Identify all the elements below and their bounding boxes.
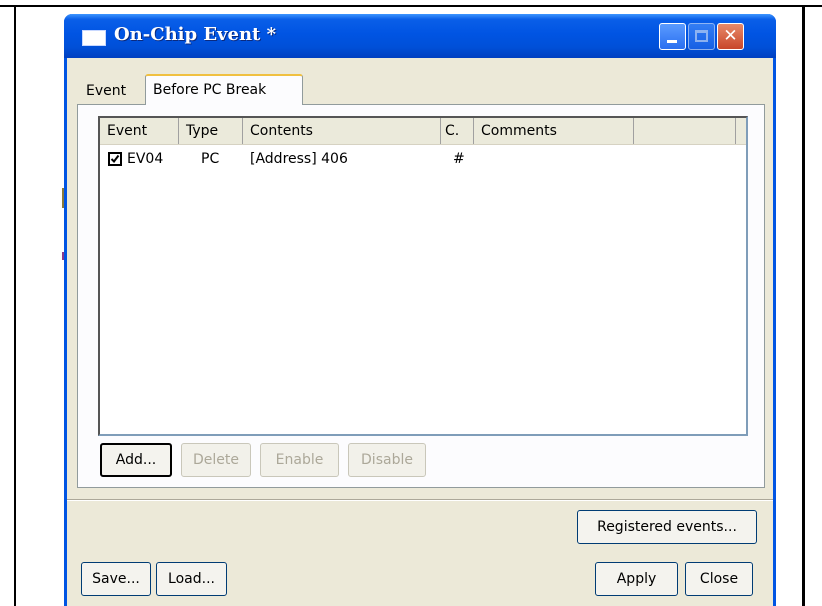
load-button[interactable]: Load... — [156, 562, 227, 596]
outer-frame-right — [802, 5, 805, 606]
column-header-count[interactable]: C. — [441, 118, 474, 144]
column-header-type[interactable]: Type — [179, 118, 243, 144]
title-bar[interactable]: On-Chip Event * ✕ — [64, 14, 776, 58]
window-icon — [82, 30, 106, 46]
minimize-button[interactable] — [659, 23, 686, 50]
row-type: PC — [201, 151, 220, 167]
minimize-icon — [667, 40, 677, 43]
column-header-event[interactable]: Event — [100, 118, 179, 144]
apply-button[interactable]: Apply — [595, 562, 678, 596]
column-header-extra[interactable] — [634, 118, 736, 144]
add-button[interactable]: Add... — [100, 443, 172, 477]
column-header-contents[interactable]: Contents — [243, 118, 441, 144]
row-event: EV04 — [127, 151, 164, 167]
close-button[interactable]: Close — [685, 562, 753, 596]
tab-event[interactable]: Event — [79, 77, 133, 105]
window-title: On-Chip Event * — [114, 24, 277, 45]
save-button[interactable]: Save... — [81, 562, 151, 596]
maximize-icon — [695, 30, 708, 42]
tab-panel: Event Type Contents C. Comments EV04 PC … — [77, 104, 765, 488]
table-row[interactable]: EV04 PC [Address] 406 # — [100, 146, 746, 172]
tab-before-pc-break[interactable]: Before PC Break — [145, 74, 303, 105]
outer-frame-left — [14, 5, 16, 606]
delete-button: Delete — [181, 443, 251, 477]
maximize-button — [688, 23, 715, 50]
enable-button: Enable — [260, 443, 339, 477]
registered-events-button[interactable]: Registered events... — [577, 510, 757, 544]
list-header: Event Type Contents C. Comments — [100, 118, 746, 145]
row-contents: [Address] 406 — [250, 151, 348, 167]
column-header-comments[interactable]: Comments — [474, 118, 634, 144]
row-count: # — [453, 151, 465, 167]
close-window-button[interactable]: ✕ — [717, 23, 744, 50]
checkbox-checked-icon[interactable] — [108, 152, 122, 166]
event-list[interactable]: Event Type Contents C. Comments EV04 PC … — [98, 116, 748, 436]
close-icon: ✕ — [723, 26, 738, 46]
disable-button: Disable — [348, 443, 426, 477]
dialog-window: On-Chip Event * ✕ Event Before PC Break … — [64, 14, 776, 606]
outer-frame-top — [0, 5, 822, 7]
divider — [67, 499, 773, 501]
